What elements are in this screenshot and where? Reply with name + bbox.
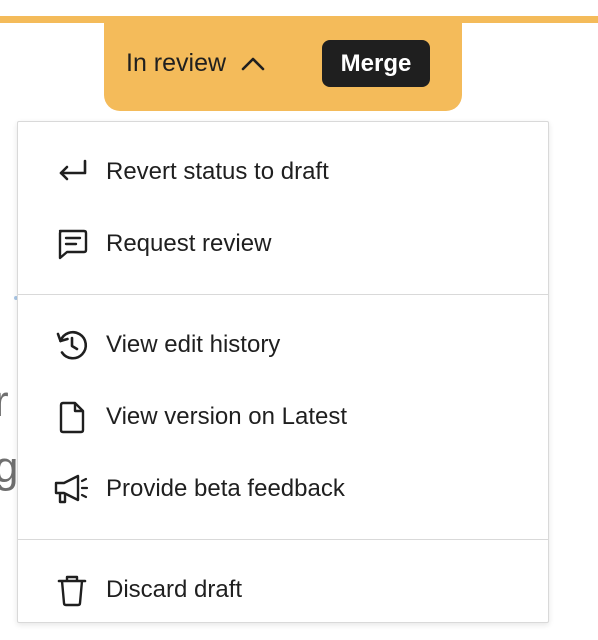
menu-group-danger: Discard draft (18, 539, 548, 640)
chevron-up-icon (241, 57, 265, 71)
menu-group-status: Revert status to draft Request review (18, 122, 548, 294)
menu-item-discard-draft[interactable]: Discard draft (18, 554, 548, 626)
megaphone-icon (52, 469, 92, 509)
status-tab: In review Merge (104, 18, 462, 111)
menu-group-view: View edit history View version on Latest (18, 294, 548, 539)
history-icon (52, 325, 92, 365)
menu-item-view-version-latest[interactable]: View version on Latest (18, 381, 548, 453)
document-icon (52, 397, 92, 437)
menu-item-label: Revert status to draft (106, 158, 329, 185)
menu-item-revert-to-draft[interactable]: Revert status to draft (18, 136, 548, 208)
comment-icon (52, 224, 92, 264)
page: In review Merge r g Revert status to dra… (0, 0, 598, 640)
status-dropdown-toggle[interactable]: In review (126, 46, 266, 80)
background-text: g (0, 443, 19, 492)
status-label: In review (126, 48, 227, 77)
return-arrow-icon (52, 152, 92, 192)
menu-item-label: Request review (106, 230, 272, 257)
trash-icon (52, 570, 92, 610)
menu-item-label: View version on Latest (106, 403, 348, 430)
status-menu: Revert status to draft Request review Vi… (17, 121, 549, 623)
menu-item-provide-beta-feedback[interactable]: Provide beta feedback (18, 453, 548, 525)
menu-item-label: Discard draft (106, 576, 243, 603)
menu-item-label: Provide beta feedback (106, 475, 345, 502)
background-text: r (0, 377, 9, 426)
merge-button[interactable]: Merge (322, 40, 430, 87)
menu-item-request-review[interactable]: Request review (18, 208, 548, 280)
menu-item-view-edit-history[interactable]: View edit history (18, 309, 548, 381)
menu-item-label: View edit history (106, 331, 281, 358)
